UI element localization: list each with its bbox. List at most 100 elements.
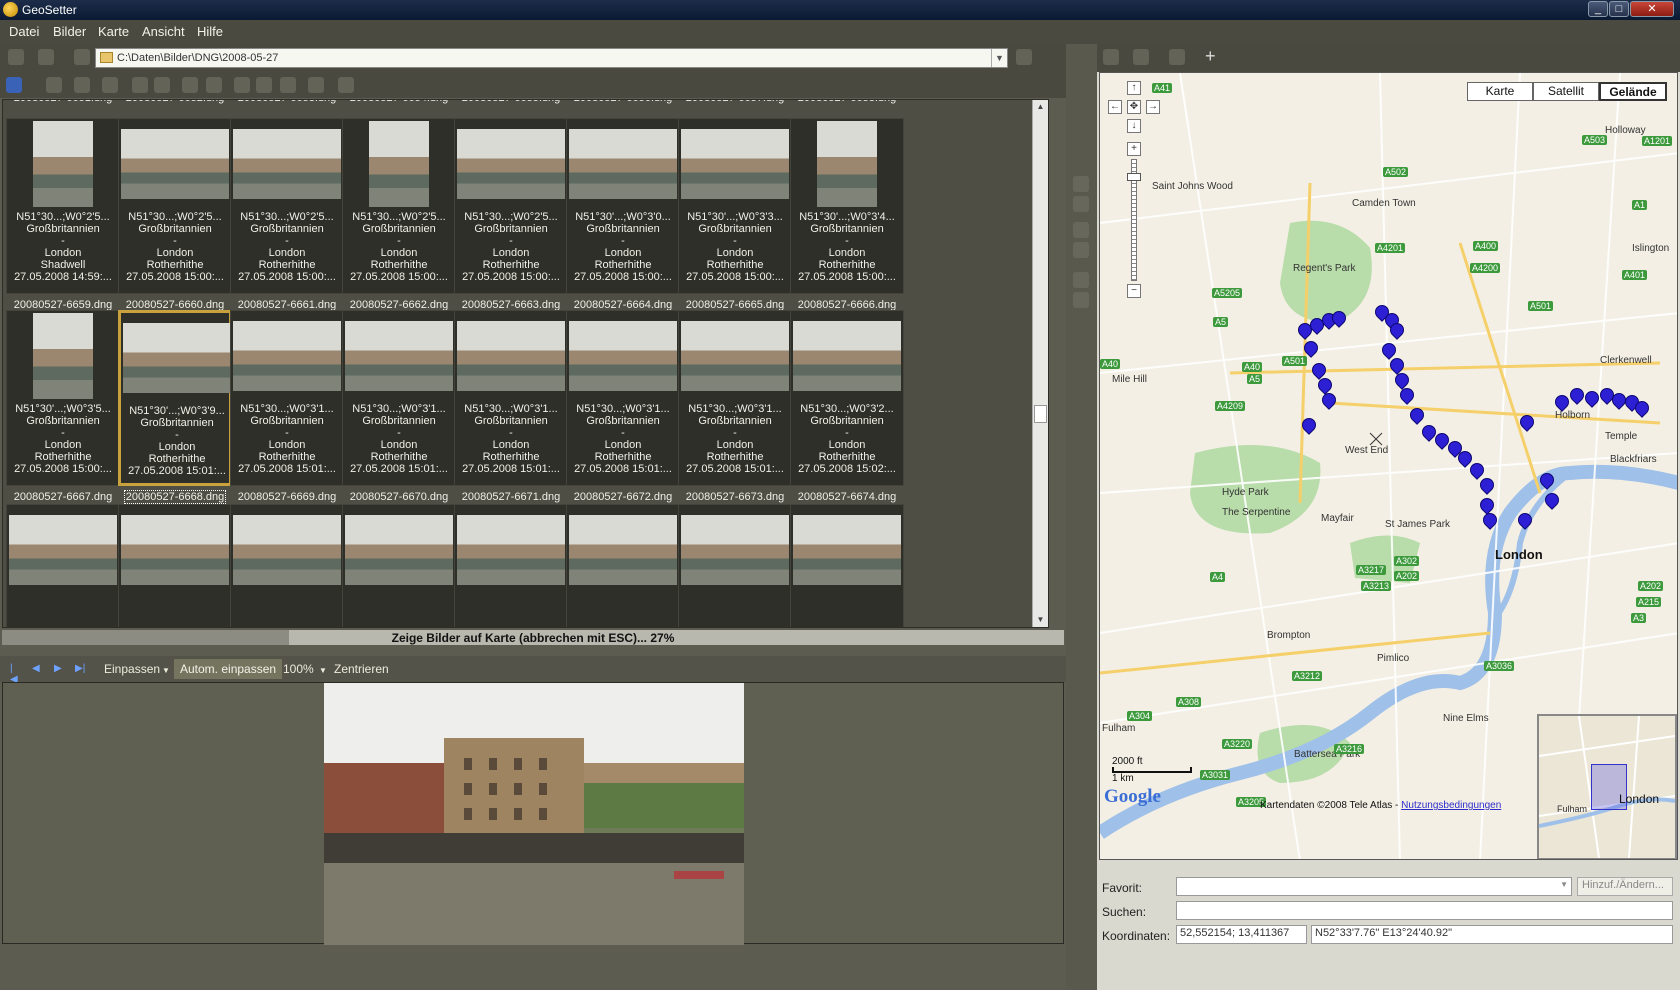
thumbnail-card[interactable]: N51°30...;W0°3'1... Großbritannien - London… — [566, 310, 680, 486]
partial-filename[interactable]: 20080527-6656.dng — [566, 100, 680, 104]
map-add-icon[interactable]: + — [1205, 47, 1221, 65]
terms-link[interactable]: Nutzungsbedingungen — [1401, 800, 1501, 811]
thumbnail-card[interactable] — [342, 504, 456, 627]
thumbnail-card[interactable]: N51°30...;W0°2'5... Großbritannien - London… — [342, 118, 456, 294]
filter-icon[interactable] — [46, 77, 62, 93]
thumbnail-card[interactable]: N51°30...;W0°2'5... Großbritannien - London… — [6, 118, 120, 294]
side-tool-3-icon[interactable] — [1073, 222, 1089, 238]
thumbnail-filename[interactable]: 20080527-6671.dng — [454, 491, 568, 503]
side-tool-1-icon[interactable] — [1073, 176, 1089, 192]
side-tool-6-icon[interactable] — [1073, 292, 1089, 308]
side-tool-4-icon[interactable] — [1073, 242, 1089, 258]
thumbnail-card[interactable] — [454, 504, 568, 627]
prev-image-icon[interactable]: ◀ — [32, 663, 42, 674]
thumbnail-card[interactable] — [678, 504, 792, 627]
globe-icon[interactable] — [338, 77, 354, 93]
first-image-icon[interactable]: |◀ — [10, 663, 20, 685]
maptype-karte-button[interactable]: Karte — [1467, 82, 1533, 101]
map-view[interactable]: Holloway Saint Johns Wood Camden Town Regen… — [1099, 72, 1678, 860]
maptype-satellit-button[interactable]: Satellit — [1533, 82, 1599, 101]
undo-icon[interactable] — [234, 77, 250, 93]
side-tool-2-icon[interactable] — [1073, 196, 1089, 212]
thumbnail-card[interactable] — [566, 504, 680, 627]
zoom-in-icon[interactable]: + — [1127, 142, 1141, 156]
path-input[interactable]: C:\Daten\Bilder\DNG\2008-05-27 ▼ — [95, 48, 1008, 68]
partial-filename[interactable]: 20080527-6657.dng — [678, 100, 792, 104]
menu-bilder[interactable]: Bilder — [53, 24, 86, 39]
thumbnail-filename[interactable]: 20080527-6673.dng — [678, 491, 792, 503]
redo-icon[interactable] — [256, 77, 272, 93]
favorite-add-button[interactable]: Hinzuf./Ändern... — [1577, 877, 1673, 896]
thumbnail-card[interactable]: N51°30...;W0°3'1... Großbritannien - London… — [342, 310, 456, 486]
map-car-icon[interactable] — [1133, 49, 1149, 65]
thumbnail-card[interactable]: N51°30...;W0°2'5... Großbritannien - London… — [118, 118, 232, 294]
map-pin-icon[interactable] — [1103, 49, 1119, 65]
pan-down-icon[interactable]: ↓ — [1127, 119, 1141, 133]
thumbnail-filename[interactable]: 20080527-6667.dng — [6, 491, 120, 503]
scroll-down-icon[interactable]: ▼ — [1033, 613, 1048, 627]
info-icon[interactable] — [132, 77, 148, 93]
minimize-button[interactable]: _ — [1588, 1, 1608, 17]
forward-icon[interactable] — [38, 49, 54, 65]
fit-dropdown[interactable]: Einpassen — [104, 662, 160, 676]
menu-datei[interactable]: Datei — [9, 24, 39, 39]
thumbnail-card[interactable]: N51°30...;W0°2'5... Großbritannien - London… — [230, 118, 344, 294]
side-tool-5-icon[interactable] — [1073, 272, 1089, 288]
go-folder-icon[interactable] — [1016, 49, 1032, 65]
zoom-dropdown[interactable]: 100% — [283, 662, 314, 676]
zoom-out-icon[interactable]: − — [1127, 284, 1141, 298]
thumbnail-filename[interactable]: 20080527-6669.dng — [230, 491, 344, 503]
thumbnail-card[interactable]: N51°30...;W0°3'2... Großbritannien - London… — [790, 310, 904, 486]
tools-icon[interactable] — [308, 77, 324, 93]
thumbnail-filename[interactable]: 20080527-6672.dng — [566, 491, 680, 503]
scroll-up-icon[interactable]: ▲ — [1033, 100, 1048, 114]
thumbnail-scrollbar[interactable]: ▲ ▼ — [1032, 100, 1048, 627]
thumbnail-card[interactable]: N51°30...;W0°2'5... Großbritannien - London… — [454, 118, 568, 294]
thumbnail-card[interactable]: N51°30'...;W0°3'5... Großbritannien - Londo… — [6, 310, 120, 486]
funnel-icon[interactable] — [74, 77, 90, 93]
thumbnail-card[interactable]: N51°30'...;W0°3'3... Großbritannien - Londo… — [678, 118, 792, 294]
close-button[interactable]: ✕ — [1630, 1, 1674, 17]
thumbnail-card[interactable] — [6, 504, 120, 627]
center-button[interactable]: Zentrieren — [334, 662, 389, 676]
scroll-thumb[interactable] — [1034, 405, 1047, 423]
thumbnail-card[interactable]: N51°30...;W0°3'1... Großbritannien - London… — [230, 310, 344, 486]
favorite-select[interactable]: ▼ — [1176, 877, 1572, 896]
thumbnail-card[interactable]: N51°30'...;W0°3'0... Großbritannien - Londo… — [566, 118, 680, 294]
partial-filename[interactable]: 20080527-6654.dng — [342, 100, 456, 104]
partial-filename[interactable]: 20080527-6655.dng — [454, 100, 568, 104]
edit-icon[interactable] — [182, 77, 198, 93]
coordinates-decimal-field[interactable]: 52,552154; 13,411367 — [1176, 925, 1307, 944]
thumbnail-card[interactable] — [790, 504, 904, 627]
coordinates-dms-field[interactable]: N52°33'7.76" E13°24'40.92" — [1311, 925, 1673, 944]
thumbnail-filename[interactable]: 20080527-6670.dng — [342, 491, 456, 503]
menu-karte[interactable]: Karte — [98, 24, 129, 39]
comment-icon[interactable] — [154, 77, 170, 93]
panel-splitter[interactable] — [1066, 44, 1097, 990]
thumbnail-card[interactable]: N51°30'...;W0°3'4... Großbritannien - Londo… — [790, 118, 904, 294]
save-icon[interactable] — [280, 77, 296, 93]
partial-filename[interactable]: 20080527-6653.dng — [230, 100, 344, 104]
pan-right-icon[interactable]: → — [1146, 100, 1160, 114]
thumbnail-card[interactable] — [230, 504, 344, 627]
overview-map[interactable]: London Fulham — [1537, 714, 1677, 859]
menu-hilfe[interactable]: Hilfe — [197, 24, 223, 39]
next-image-icon[interactable]: ▶ — [54, 663, 64, 674]
auto-fit-button[interactable]: Autom. einpassen — [174, 659, 283, 679]
partial-filename[interactable]: 20080527-6658.dng — [790, 100, 904, 104]
thumbnail-card[interactable]: N51°30...;W0°3'1... Großbritannien - London… — [454, 310, 568, 486]
delete-icon[interactable] — [206, 77, 222, 93]
fit-dropdown-arrow-icon[interactable]: ▼ — [162, 666, 170, 675]
maptype-gelaende-button[interactable]: Gelände — [1599, 82, 1667, 101]
map-favorite-icon[interactable] — [1169, 49, 1185, 65]
maximize-button[interactable]: □ — [1609, 1, 1629, 17]
search-input[interactable] — [1176, 901, 1673, 920]
thumbnail-card[interactable]: N51°30...;W0°3'1... Großbritannien - London… — [678, 310, 792, 486]
partial-filename[interactable]: 20080527-6652.dng — [118, 100, 232, 104]
last-image-icon[interactable]: ▶| — [75, 663, 85, 674]
folder-up-icon[interactable] — [74, 49, 90, 65]
view-mode-icon[interactable] — [6, 77, 22, 93]
zoom-dropdown-arrow-icon[interactable]: ▼ — [319, 666, 327, 675]
menu-ansicht[interactable]: Ansicht — [142, 24, 185, 39]
path-dropdown-icon[interactable]: ▼ — [991, 49, 1007, 67]
